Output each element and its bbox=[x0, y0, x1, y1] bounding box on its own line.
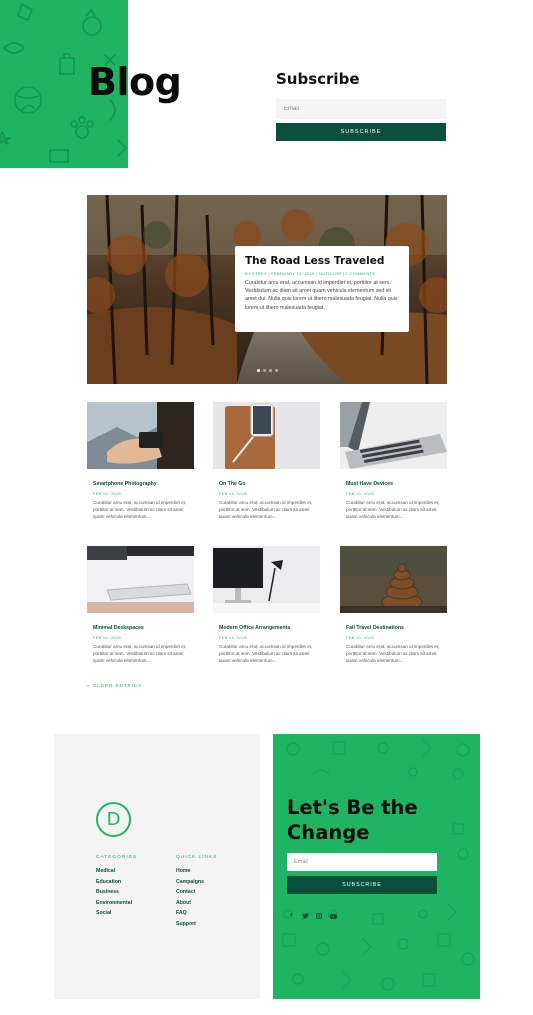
facebook-icon[interactable]: f bbox=[287, 912, 295, 920]
post-title[interactable]: Minimal Deskspaces bbox=[93, 625, 194, 631]
youtube-icon[interactable] bbox=[329, 912, 337, 920]
categories-column: CATEGORIES Medical Education Business En… bbox=[96, 855, 137, 919]
cta-heading: Let's Be the Change bbox=[287, 796, 418, 844]
slider-dot[interactable] bbox=[275, 369, 278, 372]
quick-links-column: QUICK LINKS Home Campaigns Contact About… bbox=[176, 855, 217, 930]
categories-heading: CATEGORIES bbox=[96, 855, 138, 860]
subscribe-heading: Subscribe bbox=[276, 70, 360, 88]
site-logo[interactable]: D bbox=[96, 802, 131, 837]
quick-link-about[interactable]: About bbox=[176, 898, 217, 909]
post-excerpt: Curabitur arcu erat, accumsan id imperdi… bbox=[346, 644, 440, 663]
post-date: FEB 13, 2019 bbox=[93, 492, 122, 496]
post-title[interactable]: On The Go bbox=[219, 481, 320, 487]
category-link-business[interactable]: Business bbox=[96, 887, 137, 898]
category-link-environmental[interactable]: Environmental bbox=[96, 898, 137, 909]
featured-post-title[interactable]: The Road Less Traveled bbox=[245, 255, 399, 267]
post-thumbnail[interactable] bbox=[213, 402, 320, 469]
post-thumbnail[interactable] bbox=[340, 402, 447, 469]
post-title[interactable]: Smartphone Photography bbox=[93, 481, 194, 487]
social-links: f bbox=[287, 912, 337, 920]
subscribe-button[interactable]: SUBSCRIBE bbox=[276, 123, 446, 141]
older-entries-link[interactable]: « OLDER ENTRIES bbox=[87, 683, 142, 688]
post-excerpt: Curabitur arcu erat, accumsan id imperdi… bbox=[219, 500, 313, 519]
post-card[interactable]: Must Have Devices FEB 13, 2019 Curabitur… bbox=[340, 402, 447, 520]
post-excerpt: Curabitur arcu erat, accumsan id imperdi… bbox=[346, 500, 440, 519]
post-excerpt: Curabitur arcu erat, accumsan id imperdi… bbox=[93, 644, 187, 663]
slider-pagination bbox=[257, 369, 278, 372]
post-title[interactable]: Fall Travel Destinations bbox=[346, 625, 447, 631]
post-card[interactable]: Smartphone Photography FEB 13, 2019 Cura… bbox=[87, 402, 194, 520]
instagram-icon[interactable] bbox=[315, 912, 323, 920]
post-thumbnail[interactable] bbox=[213, 546, 320, 613]
quick-link-support[interactable]: Support bbox=[176, 919, 217, 930]
subscribe-email-input[interactable] bbox=[276, 99, 446, 119]
footer-email-input[interactable] bbox=[287, 853, 437, 871]
post-excerpt: Curabitur arcu erat, accumsan id imperdi… bbox=[219, 644, 313, 663]
post-excerpt: Curabitur arcu erat, accumsan id imperdi… bbox=[93, 500, 187, 519]
post-date: FEB 13, 2019 bbox=[346, 492, 375, 496]
post-date: FEB 13, 2019 bbox=[219, 636, 248, 640]
quick-link-contact[interactable]: Contact bbox=[176, 887, 217, 898]
footer-links-panel bbox=[54, 734, 260, 999]
quick-link-campaigns[interactable]: Campaigns bbox=[176, 877, 217, 888]
footer-subscribe-button[interactable]: SUBSCRIBE bbox=[287, 876, 437, 894]
slider-dot[interactable] bbox=[257, 369, 260, 372]
featured-post-card[interactable]: The Road Less Traveled BY ETREX | FEBRUA… bbox=[235, 246, 409, 332]
post-date: FEB 13, 2019 bbox=[93, 636, 122, 640]
post-card[interactable]: On The Go FEB 13, 2019 Curabitur arcu er… bbox=[213, 402, 320, 520]
post-title[interactable]: Must Have Devices bbox=[346, 481, 447, 487]
twitter-icon[interactable] bbox=[301, 912, 309, 920]
post-thumbnail[interactable] bbox=[87, 546, 194, 613]
category-link-medical[interactable]: Medical bbox=[96, 866, 137, 877]
slider-dot[interactable] bbox=[269, 369, 272, 372]
post-card[interactable]: Fall Travel Destinations FEB 13, 2019 Cu… bbox=[340, 546, 447, 664]
page-title: Blog bbox=[88, 60, 182, 104]
quick-link-home[interactable]: Home bbox=[176, 866, 217, 877]
post-thumbnail[interactable] bbox=[87, 402, 194, 469]
category-link-education[interactable]: Education bbox=[96, 877, 137, 888]
post-card[interactable]: Modern Office Arrangements FEB 13, 2019 … bbox=[213, 546, 320, 664]
category-link-social[interactable]: Social bbox=[96, 908, 137, 919]
featured-post-excerpt: Curabitur arcu erat, accumsan id imperdi… bbox=[245, 280, 398, 311]
slider-dot[interactable] bbox=[263, 369, 266, 372]
post-date: FEB 13, 2019 bbox=[346, 636, 375, 640]
post-card[interactable]: Minimal Deskspaces FEB 13, 2019 Curabitu… bbox=[87, 546, 194, 664]
post-thumbnail[interactable] bbox=[340, 546, 447, 613]
post-date: FEB 13, 2019 bbox=[219, 492, 248, 496]
post-title[interactable]: Modern Office Arrangements bbox=[219, 625, 320, 631]
featured-post-meta: BY ETREX | FEBRUARY 13, 2019 | OUTDOOR |… bbox=[245, 271, 376, 276]
quick-link-faq[interactable]: FAQ bbox=[176, 908, 217, 919]
quick-links-heading: QUICK LINKS bbox=[176, 855, 218, 860]
